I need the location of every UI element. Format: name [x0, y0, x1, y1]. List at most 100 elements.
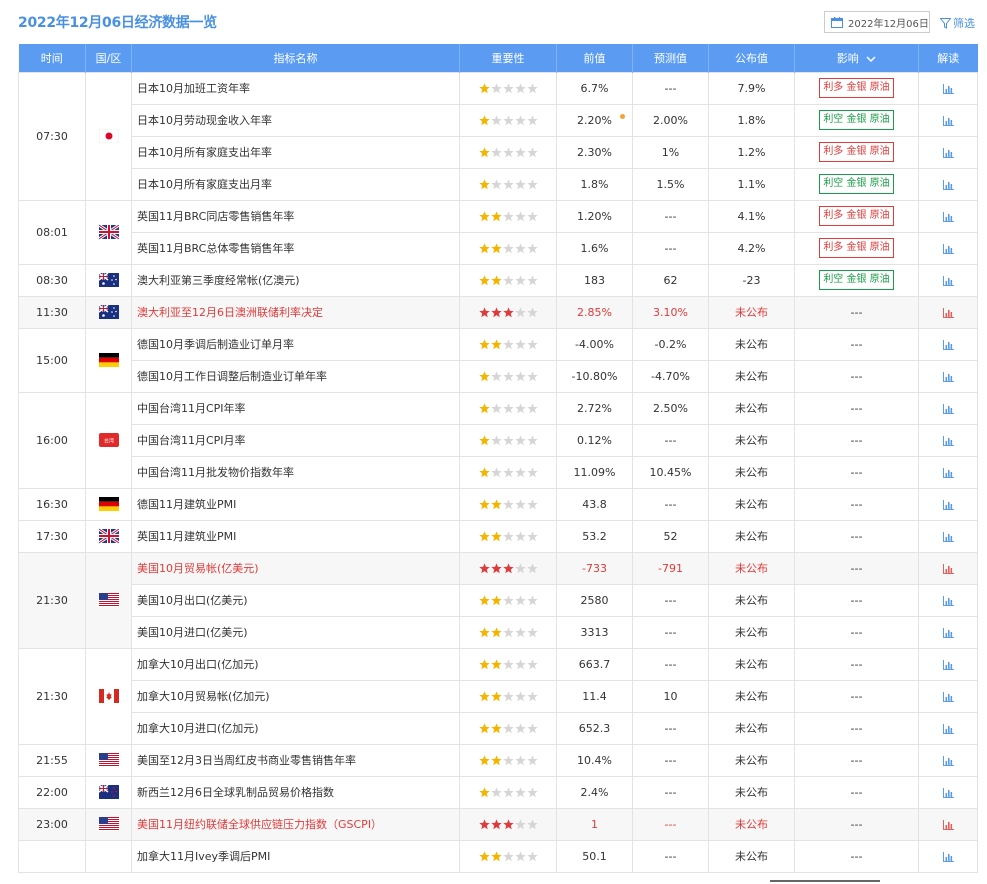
analysis-chart-icon[interactable] — [942, 659, 954, 670]
table-row[interactable]: 中国台湾11月批发物价指数年率 11.09% 10.45% 未公布 --- — [19, 455, 978, 489]
indicator-name[interactable]: 美国11月纽约联储全球供应链压力指数（GSCPI） — [131, 807, 460, 841]
analysis-cell[interactable] — [918, 839, 978, 873]
analysis-cell[interactable] — [918, 519, 978, 553]
analysis-chart-icon[interactable] — [942, 275, 954, 286]
table-row[interactable]: 21:30 加拿大10月出口(亿加元) 663.7 --- 未公布 --- — [18, 647, 978, 745]
analysis-chart-icon[interactable] — [942, 147, 954, 158]
analysis-cell[interactable] — [918, 615, 978, 649]
indicator-name[interactable]: 新西兰12月6日全球乳制品贸易价格指数 — [131, 775, 460, 809]
analysis-cell[interactable] — [918, 263, 978, 297]
indicator-name[interactable]: 德国10月季调后制造业订单月率 — [131, 327, 460, 361]
analysis-cell[interactable] — [918, 647, 978, 681]
analysis-cell[interactable] — [918, 167, 978, 201]
filter-button[interactable]: 筛选 — [940, 15, 975, 31]
indicator-name[interactable]: 德国11月建筑业PMI — [131, 487, 460, 521]
indicator-name[interactable]: 加拿大11月Ivey季调后PMI — [131, 839, 460, 873]
table-row[interactable]: 加拿大11月Ivey季调后PMI 50.1 --- 未公布 --- — [18, 839, 978, 873]
col-impact[interactable]: 影响 — [794, 44, 919, 72]
indicator-name[interactable]: 美国10月出口(亿美元) — [131, 583, 460, 617]
analysis-chart-icon[interactable] — [942, 243, 954, 254]
analysis-cell[interactable] — [918, 551, 978, 585]
indicator-name[interactable]: 日本10月所有家庭支出月率 — [131, 167, 460, 201]
analysis-cell[interactable] — [918, 487, 978, 521]
indicator-name[interactable]: 澳大利亚第三季度经常帐(亿澳元) — [131, 263, 460, 297]
analysis-chart-icon[interactable] — [942, 723, 954, 734]
table-row[interactable]: 23:00 美国11月纽约联储全球供应链压力指数（GSCPI） 1 --- 未公布 --- — [18, 807, 978, 841]
table-row[interactable]: 22:00 新西兰12月6日全球乳制品贸易价格指数 2.4% --- 未公布 --- — [18, 775, 978, 809]
table-row[interactable]: 日本10月所有家庭支出月率 1.8% 1.5% 1.1% 利空 金银 原油 — [19, 167, 978, 201]
analysis-cell[interactable] — [918, 295, 978, 329]
analysis-cell[interactable] — [918, 583, 978, 617]
indicator-name[interactable]: 加拿大10月贸易帐(亿加元) — [131, 679, 460, 713]
indicator-name[interactable]: 美国10月进口(亿美元) — [131, 615, 460, 649]
analysis-chart-icon[interactable] — [942, 83, 954, 94]
table-row[interactable]: 加拿大10月进口(亿加元) 652.3 --- 未公布 --- — [19, 711, 978, 745]
analysis-cell[interactable] — [918, 807, 978, 841]
analysis-cell[interactable] — [918, 135, 978, 169]
analysis-chart-icon[interactable] — [942, 755, 954, 766]
table-row[interactable]: 日本10月所有家庭支出年率 2.30% 1% 1.2% 利多 金银 原油 — [19, 135, 978, 169]
analysis-chart-icon[interactable] — [942, 627, 954, 638]
table-row[interactable]: 21:30 美国10月贸易帐(亿美元) -733 -791 未公布 --- — [18, 551, 978, 649]
analysis-chart-icon[interactable] — [942, 563, 954, 574]
scroll-indicator[interactable] — [770, 880, 880, 882]
table-row[interactable]: 德国10月工作日调整后制造业订单年率 -10.80% -4.70% 未公布 --- — [19, 359, 978, 393]
indicator-name[interactable]: 美国至12月3日当周红皮书商业零售销售年率 — [131, 743, 460, 777]
table-row[interactable]: 21:55 美国至12月3日当周红皮书商业零售销售年率 10.4% --- 未公布 --- — [18, 743, 978, 777]
analysis-cell[interactable] — [918, 455, 978, 489]
analysis-chart-icon[interactable] — [942, 595, 954, 606]
analysis-cell[interactable] — [918, 391, 978, 425]
analysis-chart-icon[interactable] — [942, 499, 954, 510]
analysis-cell[interactable] — [918, 199, 978, 233]
analysis-chart-icon[interactable] — [942, 211, 954, 222]
analysis-cell[interactable] — [918, 775, 978, 809]
analysis-chart-icon[interactable] — [942, 307, 954, 318]
analysis-cell[interactable] — [918, 359, 978, 393]
indicator-name[interactable]: 加拿大10月进口(亿加元) — [131, 711, 460, 745]
analysis-chart-icon[interactable] — [942, 115, 954, 126]
indicator-name[interactable]: 中国台湾11月CPI年率 — [131, 391, 460, 425]
table-row[interactable]: 08:30 澳大利亚第三季度经常帐(亿澳元) 183 62 -23 利空 金银 原油 — [18, 263, 978, 297]
indicator-name[interactable]: 中国台湾11月CPI月率 — [131, 423, 460, 457]
table-row[interactable]: 中国台湾11月CPI月率 0.12% --- 未公布 --- — [19, 423, 978, 457]
indicator-name[interactable]: 加拿大10月出口(亿加元) — [131, 647, 460, 681]
indicator-name[interactable]: 英国11月BRC同店零售销售年率 — [131, 199, 460, 233]
indicator-name[interactable]: 英国11月建筑业PMI — [131, 519, 460, 553]
table-row[interactable]: 美国10月进口(亿美元) 3313 --- 未公布 --- — [19, 615, 978, 649]
indicator-name[interactable]: 澳大利亚至12月6日澳洲联储利率决定 — [131, 295, 460, 329]
table-row[interactable]: 15:00 德国10月季调后制造业订单月率 -4.00% -0.2% 未公布 --- — [18, 327, 978, 393]
indicator-name[interactable]: 日本10月劳动现金收入年率 — [131, 103, 460, 137]
table-row[interactable]: 07:30 日本10月加班工资年率 6.7% --- 7.9% 利多 金银 原油 — [18, 71, 978, 201]
analysis-cell[interactable] — [918, 743, 978, 777]
analysis-cell[interactable] — [918, 423, 978, 457]
analysis-chart-icon[interactable] — [942, 179, 954, 190]
table-row[interactable]: 英国11月BRC总体零售销售年率 1.6% --- 4.2% 利多 金银 原油 — [19, 231, 978, 265]
indicator-name[interactable]: 美国10月贸易帐(亿美元) — [131, 551, 460, 585]
analysis-chart-icon[interactable] — [942, 851, 954, 862]
indicator-name[interactable]: 日本10月所有家庭支出年率 — [131, 135, 460, 169]
analysis-cell[interactable] — [918, 711, 978, 745]
table-row[interactable]: 16:30 德国11月建筑业PMI 43.8 --- 未公布 --- — [18, 487, 978, 521]
table-row[interactable]: 17:30 英国11月建筑业PMI 53.2 52 未公布 --- — [18, 519, 978, 553]
table-row[interactable]: 08:01 英国11月BRC同店零售销售年率 1.20% --- 4.1% 利多 金银 原… — [18, 199, 978, 265]
analysis-chart-icon[interactable] — [942, 531, 954, 542]
analysis-cell[interactable] — [918, 327, 978, 361]
indicator-name[interactable]: 英国11月BRC总体零售销售年率 — [131, 231, 460, 265]
analysis-chart-icon[interactable] — [942, 819, 954, 830]
analysis-cell[interactable] — [918, 679, 978, 713]
analysis-chart-icon[interactable] — [942, 435, 954, 446]
indicator-name[interactable]: 德国10月工作日调整后制造业订单年率 — [131, 359, 460, 393]
analysis-chart-icon[interactable] — [942, 787, 954, 798]
table-row[interactable]: 日本10月劳动现金收入年率 2.20% 2.00% 1.8% 利空 金银 原油 — [19, 103, 978, 137]
analysis-chart-icon[interactable] — [942, 467, 954, 478]
analysis-chart-icon[interactable] — [942, 339, 954, 350]
analysis-cell[interactable] — [918, 103, 978, 137]
table-row[interactable]: 11:30 澳大利亚至12月6日澳洲联储利率决定 2.85% 3.10% 未公布 --- — [18, 295, 978, 329]
table-row[interactable]: 加拿大10月贸易帐(亿加元) 11.4 10 未公布 --- — [19, 679, 978, 713]
analysis-cell[interactable] — [918, 71, 978, 105]
indicator-name[interactable]: 日本10月加班工资年率 — [131, 71, 460, 105]
table-row[interactable]: 16:00 台湾 中国台湾11月CPI年率 2.72% 2.50% 未公布 --- — [18, 391, 978, 489]
analysis-chart-icon[interactable] — [942, 691, 954, 702]
analysis-cell[interactable] — [918, 231, 978, 265]
table-row[interactable]: 美国10月出口(亿美元) 2580 --- 未公布 --- — [19, 583, 978, 617]
